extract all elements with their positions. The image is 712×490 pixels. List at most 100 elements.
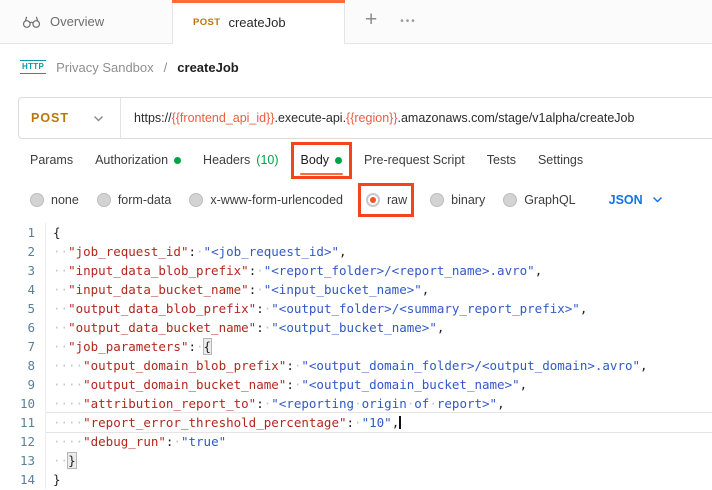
overview-icon — [22, 14, 41, 29]
body-type-none[interactable]: none — [30, 193, 79, 207]
code-line-12[interactable]: 12····"debug_run":·"true" — [0, 432, 712, 451]
tab-createjob[interactable]: POST createJob — [172, 0, 345, 44]
line-content: ··"output_data_blob_prefix":·"<output_fo… — [46, 299, 712, 318]
line-content: ··} — [46, 451, 712, 470]
line-content: } — [46, 470, 712, 489]
tab-createjob-label: createJob — [228, 15, 285, 30]
code-line-13[interactable]: 13··} — [0, 451, 712, 470]
line-content: ··"job_parameters":·{ — [46, 337, 712, 356]
url-segment: .amazonaws.com/stage/v1alpha/createJob — [398, 111, 635, 125]
code-line-11[interactable]: 11····"report_error_threshold_percentage… — [0, 413, 712, 432]
tab-label: Tests — [487, 153, 516, 167]
code-line-2[interactable]: 2··"job_request_id":·"<job_request_id>", — [0, 242, 712, 261]
code-line-7[interactable]: 7··"job_parameters":·{ — [0, 337, 712, 356]
code-line-14[interactable]: 14} — [0, 470, 712, 489]
more-options-button[interactable]: ••• — [390, 0, 427, 43]
radio-icon[interactable] — [97, 193, 111, 207]
body-type-label: form-data — [118, 193, 172, 207]
line-number: 5 — [0, 299, 46, 318]
tab-body[interactable]: Body — [301, 139, 343, 181]
language-label: JSON — [609, 193, 643, 207]
tab-overview-label: Overview — [50, 14, 104, 29]
body-type-label: raw — [387, 193, 407, 207]
code-line-3[interactable]: 3··"input_data_blob_prefix":·"<report_fo… — [0, 261, 712, 280]
tab-label: Body — [301, 153, 330, 167]
code-line-9[interactable]: 9····"output_domain_bucket_name":·"<outp… — [0, 375, 712, 394]
line-number: 6 — [0, 318, 46, 337]
line-number: 8 — [0, 356, 46, 375]
radio-icon[interactable] — [430, 193, 444, 207]
url-variable: {{frontend_api_id}} — [172, 111, 275, 125]
line-content: ····"output_domain_blob_prefix":·"<outpu… — [46, 356, 712, 375]
body-type-x-www-form-urlencoded[interactable]: x-www-form-urlencoded — [189, 193, 343, 207]
body-type-label: binary — [451, 193, 485, 207]
method-selector[interactable]: POST — [19, 111, 120, 125]
radio-icon[interactable] — [30, 193, 44, 207]
headers-count-badge: (10) — [256, 153, 278, 167]
active-tab-underline — [300, 173, 344, 175]
line-content: ····"output_domain_bucket_name":·"<outpu… — [46, 375, 712, 394]
body-type-graphql[interactable]: GraphQL — [503, 193, 575, 207]
tab-label: Pre-request Script — [364, 153, 465, 167]
radio-icon[interactable] — [366, 193, 380, 207]
tab-authorization[interactable]: Authorization — [95, 139, 181, 181]
http-icon: HTTP — [20, 60, 46, 74]
body-type-form-data[interactable]: form-data — [97, 193, 172, 207]
request-url[interactable]: https://{{frontend_api_id}}.execute-api.… — [121, 111, 634, 125]
add-tab-button[interactable]: + — [345, 0, 390, 43]
body-type-label: none — [51, 193, 79, 207]
url-bar: POST https://{{frontend_api_id}}.execute… — [18, 97, 712, 139]
language-selector[interactable]: JSON — [609, 193, 663, 207]
line-content: ··"job_request_id":·"<job_request_id>", — [46, 242, 712, 261]
line-number: 1 — [0, 223, 46, 242]
code-line-4[interactable]: 4··"input_data_bucket_name":·"<input_buc… — [0, 280, 712, 299]
line-number: 12 — [0, 432, 46, 451]
tab-pre-request-script[interactable]: Pre-request Script — [364, 139, 465, 181]
body-type-binary[interactable]: binary — [430, 193, 485, 207]
code-line-8[interactable]: 8····"output_domain_blob_prefix":·"<outp… — [0, 356, 712, 375]
body-type-raw[interactable]: raw — [366, 193, 407, 207]
body-type-options: none form-data x-www-form-urlencoded raw bin… — [0, 181, 712, 218]
workspace-tab-bar: Overview POST createJob + ••• — [0, 0, 712, 44]
line-content: ····"debug_run":·"true" — [46, 432, 712, 451]
tab-method-badge: POST — [193, 17, 220, 28]
code-line-6[interactable]: 6··"output_data_bucket_name":·"<output_b… — [0, 318, 712, 337]
method-label: POST — [31, 111, 69, 125]
code-line-10[interactable]: 10····"attribution_report_to":·"<reporti… — [0, 394, 712, 413]
line-content: ··"input_data_blob_prefix":·"<report_fol… — [46, 261, 712, 280]
code-line-1[interactable]: 1{ — [0, 223, 712, 242]
breadcrumb: HTTP Privacy Sandbox / createJob — [0, 44, 712, 90]
text-cursor — [399, 416, 401, 429]
line-number: 7 — [0, 337, 46, 356]
line-number: 10 — [0, 394, 46, 413]
line-content: ··"input_data_bucket_name":·"<input_buck… — [46, 280, 712, 299]
tab-headers[interactable]: Headers (10) — [203, 139, 278, 181]
code-editor[interactable]: 1{2··"job_request_id":·"<job_request_id>… — [0, 218, 712, 489]
line-content: ··"output_data_bucket_name":·"<output_bu… — [46, 318, 712, 337]
radio-icon[interactable] — [503, 193, 517, 207]
breadcrumb-collection[interactable]: Privacy Sandbox — [56, 60, 154, 75]
breadcrumb-separator: / — [164, 60, 168, 75]
line-content: ····"attribution_report_to":·"<reporting… — [46, 394, 712, 413]
green-dot-icon — [174, 157, 181, 164]
code-line-5[interactable]: 5··"output_data_blob_prefix":·"<output_f… — [0, 299, 712, 318]
body-type-label: x-www-form-urlencoded — [210, 193, 343, 207]
url-segment: https:// — [134, 111, 172, 125]
line-content: ····"report_error_threshold_percentage":… — [46, 413, 712, 432]
body-type-label: GraphQL — [524, 193, 575, 207]
line-number: 4 — [0, 280, 46, 299]
line-number: 9 — [0, 375, 46, 394]
line-number: 2 — [0, 242, 46, 261]
line-content: { — [46, 223, 712, 242]
tab-label: Headers — [203, 153, 250, 167]
line-number: 11 — [0, 413, 46, 432]
tab-settings[interactable]: Settings — [538, 139, 583, 181]
method-chevron-icon — [93, 115, 104, 122]
tab-params[interactable]: Params — [30, 139, 73, 181]
tab-overview[interactable]: Overview — [0, 0, 172, 43]
url-variable: {{region}} — [346, 111, 397, 125]
tab-label: Authorization — [95, 153, 168, 167]
green-dot-icon — [335, 157, 342, 164]
tab-tests[interactable]: Tests — [487, 139, 516, 181]
radio-icon[interactable] — [189, 193, 203, 207]
